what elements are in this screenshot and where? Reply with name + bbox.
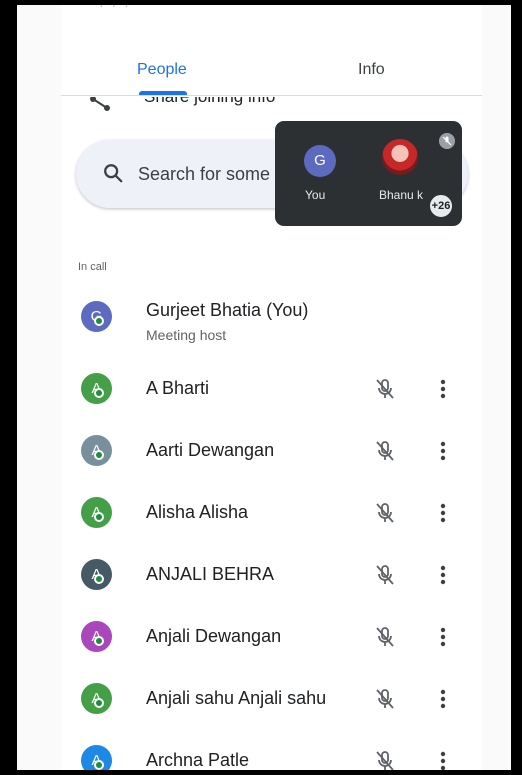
- participant-row[interactable]: A Archna Patle: [61, 731, 482, 770]
- more-participants-badge[interactable]: +26: [428, 193, 454, 219]
- mic-off-icon[interactable]: [373, 377, 397, 401]
- participant-role: Meeting host: [146, 327, 227, 343]
- more-options-icon[interactable]: [433, 377, 453, 401]
- participant-name: Alisha Alisha: [146, 502, 249, 522]
- tile-participant-label: Bhanu k: [379, 188, 424, 202]
- muted-mic-badge-icon: [439, 133, 455, 149]
- online-indicator: [94, 760, 104, 770]
- more-options-icon[interactable]: [433, 625, 453, 649]
- participant-row[interactable]: A Anjali sahu Anjali sahu: [61, 669, 482, 731]
- mic-off-icon[interactable]: [373, 749, 397, 770]
- mic-off-icon[interactable]: [373, 501, 397, 525]
- online-indicator: [94, 512, 104, 522]
- participant-row[interactable]: A Alisha Alisha: [61, 483, 482, 545]
- in-call-section-label: In call: [78, 261, 107, 273]
- participant-name: ANJALI BEHRA: [146, 564, 275, 584]
- participant-name: Anjali sahu Anjali sahu: [146, 688, 327, 708]
- share-joining-info-row[interactable]: Share joining info: [61, 97, 361, 113]
- participant-name: Gurjeet Bhatia (You): [146, 300, 309, 320]
- people-panel: · · · People Info Share joining info G Y…: [61, 5, 482, 770]
- participant-name: Anjali Dewangan: [146, 626, 282, 646]
- share-icon: [90, 97, 110, 111]
- more-options-icon[interactable]: [433, 749, 453, 770]
- online-indicator: [94, 636, 104, 646]
- online-indicator: [94, 388, 104, 398]
- mic-off-icon[interactable]: [373, 687, 397, 711]
- participant-row[interactable]: A Anjali Dewangan: [61, 607, 482, 669]
- participant-name: Aarti Dewangan: [146, 440, 275, 460]
- online-indicator: [94, 316, 104, 326]
- more-options-icon[interactable]: [433, 501, 453, 525]
- participant-name: Archna Patle: [146, 750, 250, 770]
- tab-divider: [61, 95, 482, 96]
- participant-row-host[interactable]: G Gurjeet Bhatia (You) Meeting host: [61, 287, 482, 349]
- mic-off-icon[interactable]: [373, 439, 397, 463]
- scrolled-header-remnant: · · ·: [99, 5, 131, 13]
- frame-right: [511, 0, 522, 775]
- online-indicator: [94, 698, 104, 708]
- mic-off-icon[interactable]: [373, 625, 397, 649]
- online-indicator: [94, 574, 104, 584]
- more-options-icon[interactable]: [433, 439, 453, 463]
- more-options-icon[interactable]: [433, 563, 453, 587]
- tile-you-avatar: G: [304, 145, 336, 177]
- tile-you-label: You: [305, 188, 326, 202]
- search-icon: [104, 164, 123, 183]
- frame-left: [0, 0, 17, 775]
- video-tile-strip[interactable]: G You Bhanu k +26: [275, 121, 462, 226]
- participant-row[interactable]: A Aarti Dewangan: [61, 421, 482, 483]
- frame-bottom: [0, 770, 522, 775]
- participant-name: A Bharti: [146, 378, 210, 398]
- more-options-icon[interactable]: [433, 687, 453, 711]
- share-joining-info-label: Share joining info: [144, 97, 275, 107]
- mic-off-icon[interactable]: [373, 563, 397, 587]
- participant-row[interactable]: A A Bharti: [61, 359, 482, 421]
- tile-participant-photo: [382, 139, 418, 175]
- tab-bar: People Info: [61, 53, 482, 97]
- online-indicator: [94, 450, 104, 460]
- participant-row[interactable]: A ANJALI BEHRA: [61, 545, 482, 607]
- gutter-right: [482, 5, 511, 770]
- tab-info[interactable]: Info: [358, 53, 385, 97]
- gutter-left: [17, 5, 61, 770]
